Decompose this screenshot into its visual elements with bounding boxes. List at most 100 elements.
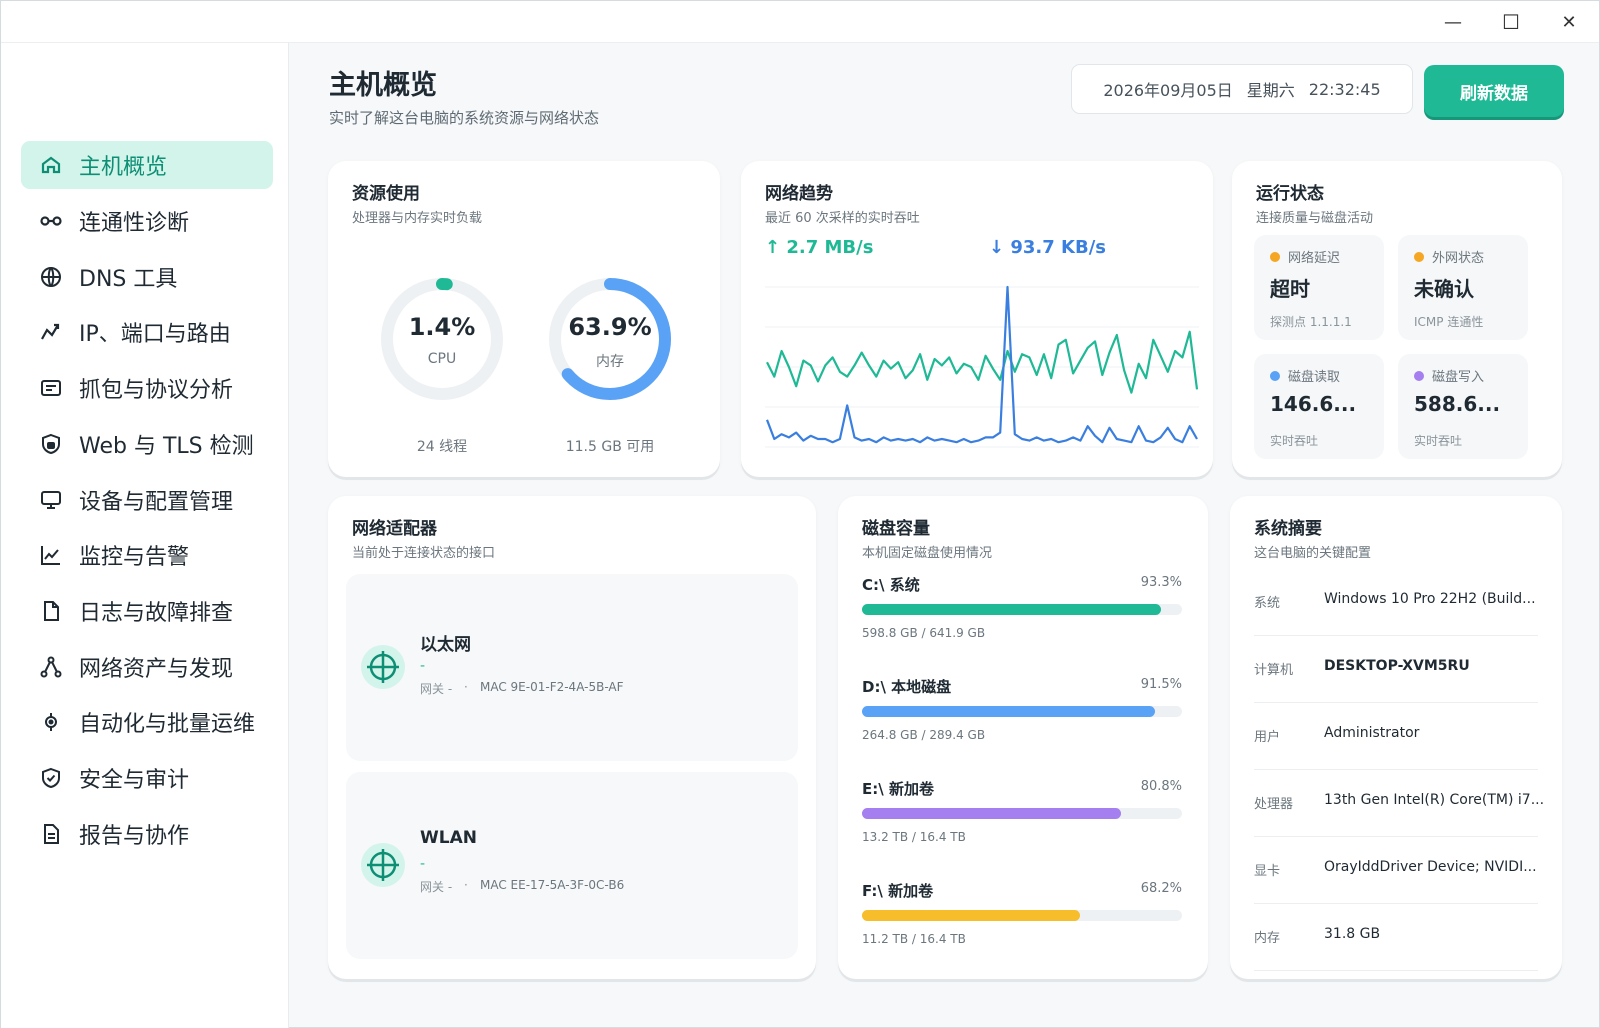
adapter-gateway: 网关 - [420,880,453,894]
page-subtitle: 实时了解这台电脑的系统资源与网络状态 [329,109,600,127]
card-subtitle: 当前处于连接状态的接口 [352,546,496,561]
sidebar-item-web-tls[interactable]: Web 与 TLS 检测 [21,420,273,468]
monitor-icon [41,491,61,509]
sidebar-item-security[interactable]: 安全与审计 [21,754,273,802]
sidebar-item-overview[interactable]: 主机概览 [21,141,273,189]
summary-row: 处理器 13th Gen Intel(R) Core(TM) i7... [1254,771,1544,837]
time-text: 22:32:45 [1308,79,1381,99]
datetime-display: 2026年09月05日 星期六 22:32:45 [1071,64,1413,114]
disk-usage-bar [862,808,1182,819]
disk-name: E:\ 新加卷 [862,780,934,798]
weekday-text: 星期六 [1246,81,1295,100]
sidebar-item-label: 主机概览 [79,155,168,180]
card-title: 网络适配器 [352,519,437,539]
adapter-ip: - [420,856,426,872]
shield-lock-icon [42,433,60,455]
network-adapter-icon [361,843,405,887]
adapter-mac: MAC EE-17-5A-3F-0C-B6 [480,878,625,892]
memory-label: 内存 [596,354,624,370]
sidebar-item-automation[interactable]: 自动化与批量运维 [21,698,273,746]
network-trend-chart [765,285,1199,448]
disk-usage-fill [862,910,1081,921]
upload-series-line [766,330,1199,394]
summary-row: 显卡 OrayIddDriver Device; NVIDI... [1254,838,1538,904]
memory-value: 63.9% [568,313,652,341]
minimize-button[interactable]: — [1433,7,1473,37]
disk-usage-text: 598.8 GB / 641.9 GB [862,626,986,640]
adapter-mac: MAC 9E-01-F2-4A-5B-AF [480,680,624,694]
cpu-label: CPU [427,351,457,367]
sidebar-item-capture[interactable]: 抓包与协议分析 [21,364,273,412]
sidebar-item-label: DNS 工具 [79,267,178,292]
tile-note: 实时吞吐 [1414,434,1463,448]
system-summary-card: 系统摘要 这台电脑的关键配置 系统 Windows 10 Pro 22H2 (Bu… [1230,496,1562,979]
sidebar-item-logs[interactable]: 日志与故障排查 [21,587,273,635]
card-title: 资源使用 [352,184,420,204]
disk-usage-fill [862,706,1155,717]
sidebar-item-assets[interactable]: 网络资产与发现 [21,643,273,691]
adapter-item[interactable]: WLAN - 网关 - · MAC EE-17-5A-3F-0C-B6 [346,772,798,959]
disk-percent: 68.2% [1140,881,1182,896]
card-subtitle: 这台电脑的关键配置 [1254,546,1372,561]
sidebar-item-label: 安全与审计 [79,768,190,793]
adapter-item[interactable]: 以太网 - 网关 - · MAC 9E-01-F2-4A-5B-AF [346,574,798,761]
summary-key: 系统 [1254,596,1281,611]
adapter-name: WLAN [420,828,477,848]
disk-name: F:\ 新加卷 [862,882,934,900]
sidebar-item-monitoring[interactable]: 监控与告警 [21,531,273,579]
date-text: 2026年09月05日 [1103,81,1233,100]
chart-line-icon [41,546,60,565]
download-speed: ↓ 93.7 KB/s [989,237,1106,258]
sidebar-item-connectivity[interactable]: 连通性诊断 [21,197,273,245]
summary-value: 31.8 GB [1324,926,1381,942]
disk-capacity-card: 磁盘容量 本机固定磁盘使用情况 C:\ 系统 93.3% 598.8 GB / 64… [838,496,1208,979]
card-subtitle: 处理器与内存实时负载 [352,211,483,226]
automation-icon [45,713,57,731]
globe-icon [41,267,61,287]
disk-usage-fill [862,604,1161,615]
disk-percent: 80.8% [1140,779,1182,794]
sidebar-item-devices[interactable]: 设备与配置管理 [21,476,273,524]
disk-percent: 93.3% [1140,575,1182,590]
disk-usage-bar [862,910,1182,921]
tile-label: 外网状态 [1432,251,1485,266]
network-adapters-card: 网络适配器 当前处于连接状态的接口 以太网 - 网关 - · MAC 9E-01… [328,496,816,979]
sidebar-item-reports[interactable]: 报告与协作 [21,810,273,858]
sidebar-item-dns[interactable]: DNS 工具 [21,253,273,301]
status-dot [1270,370,1280,381]
app-window: — ☐ ✕ 主机概览 连通性诊断 DNS 工具 IP、端口与路由 抓包与协议分析… [0,0,1600,1028]
sidebar-item-label: Web 与 TLS 检测 [79,434,254,459]
cpu-threads: 24 线程 [416,439,468,455]
status-dot [1270,251,1280,262]
summary-value: Administrator [1324,725,1420,741]
page-title: 主机概览 [329,70,437,101]
summary-value: Windows 10 Pro 22H2 (Build... [1324,591,1536,607]
tile-value: 超时 [1270,277,1310,301]
summary-row: 内存 31.8 GB [1254,905,1538,971]
summary-row: 计算机 DESKTOP-XVM5RU [1254,637,1538,703]
sidebar-item-label: 报告与协作 [79,824,190,849]
card-subtitle: 最近 60 次采样的实时吞吐 [765,211,920,226]
summary-value: 13th Gen Intel(R) Core(TM) i7... [1324,792,1545,808]
card-title: 运行状态 [1256,184,1324,204]
disk-usage-bar [862,706,1182,717]
tile-value: 588.6... [1414,392,1501,416]
packet-icon [41,380,61,396]
disk-read-tile: 磁盘读取 146.6... 实时吞吐 [1254,354,1384,459]
summary-key: 计算机 [1254,663,1294,678]
card-title: 网络趋势 [765,184,833,204]
tile-note: 实时吞吐 [1270,434,1319,448]
refresh-button[interactable]: 刷新数据 [1424,65,1564,117]
close-button[interactable]: ✕ [1549,7,1589,37]
tile-value: 未确认 [1414,277,1474,301]
card-title: 磁盘容量 [862,519,930,539]
status-dot [1414,370,1424,381]
memory-available: 11.5 GB 可用 [565,439,655,455]
sidebar-item-label: 日志与故障排查 [79,601,234,626]
sidebar-item-ip-port[interactable]: IP、端口与路由 [21,308,273,356]
home-icon [41,156,61,174]
maximize-button[interactable]: ☐ [1491,7,1531,37]
tile-value: 146.6... [1270,392,1357,416]
upload-speed: ↑ 2.7 MB/s [765,237,874,258]
sidebar-item-label: 设备与配置管理 [79,490,234,515]
